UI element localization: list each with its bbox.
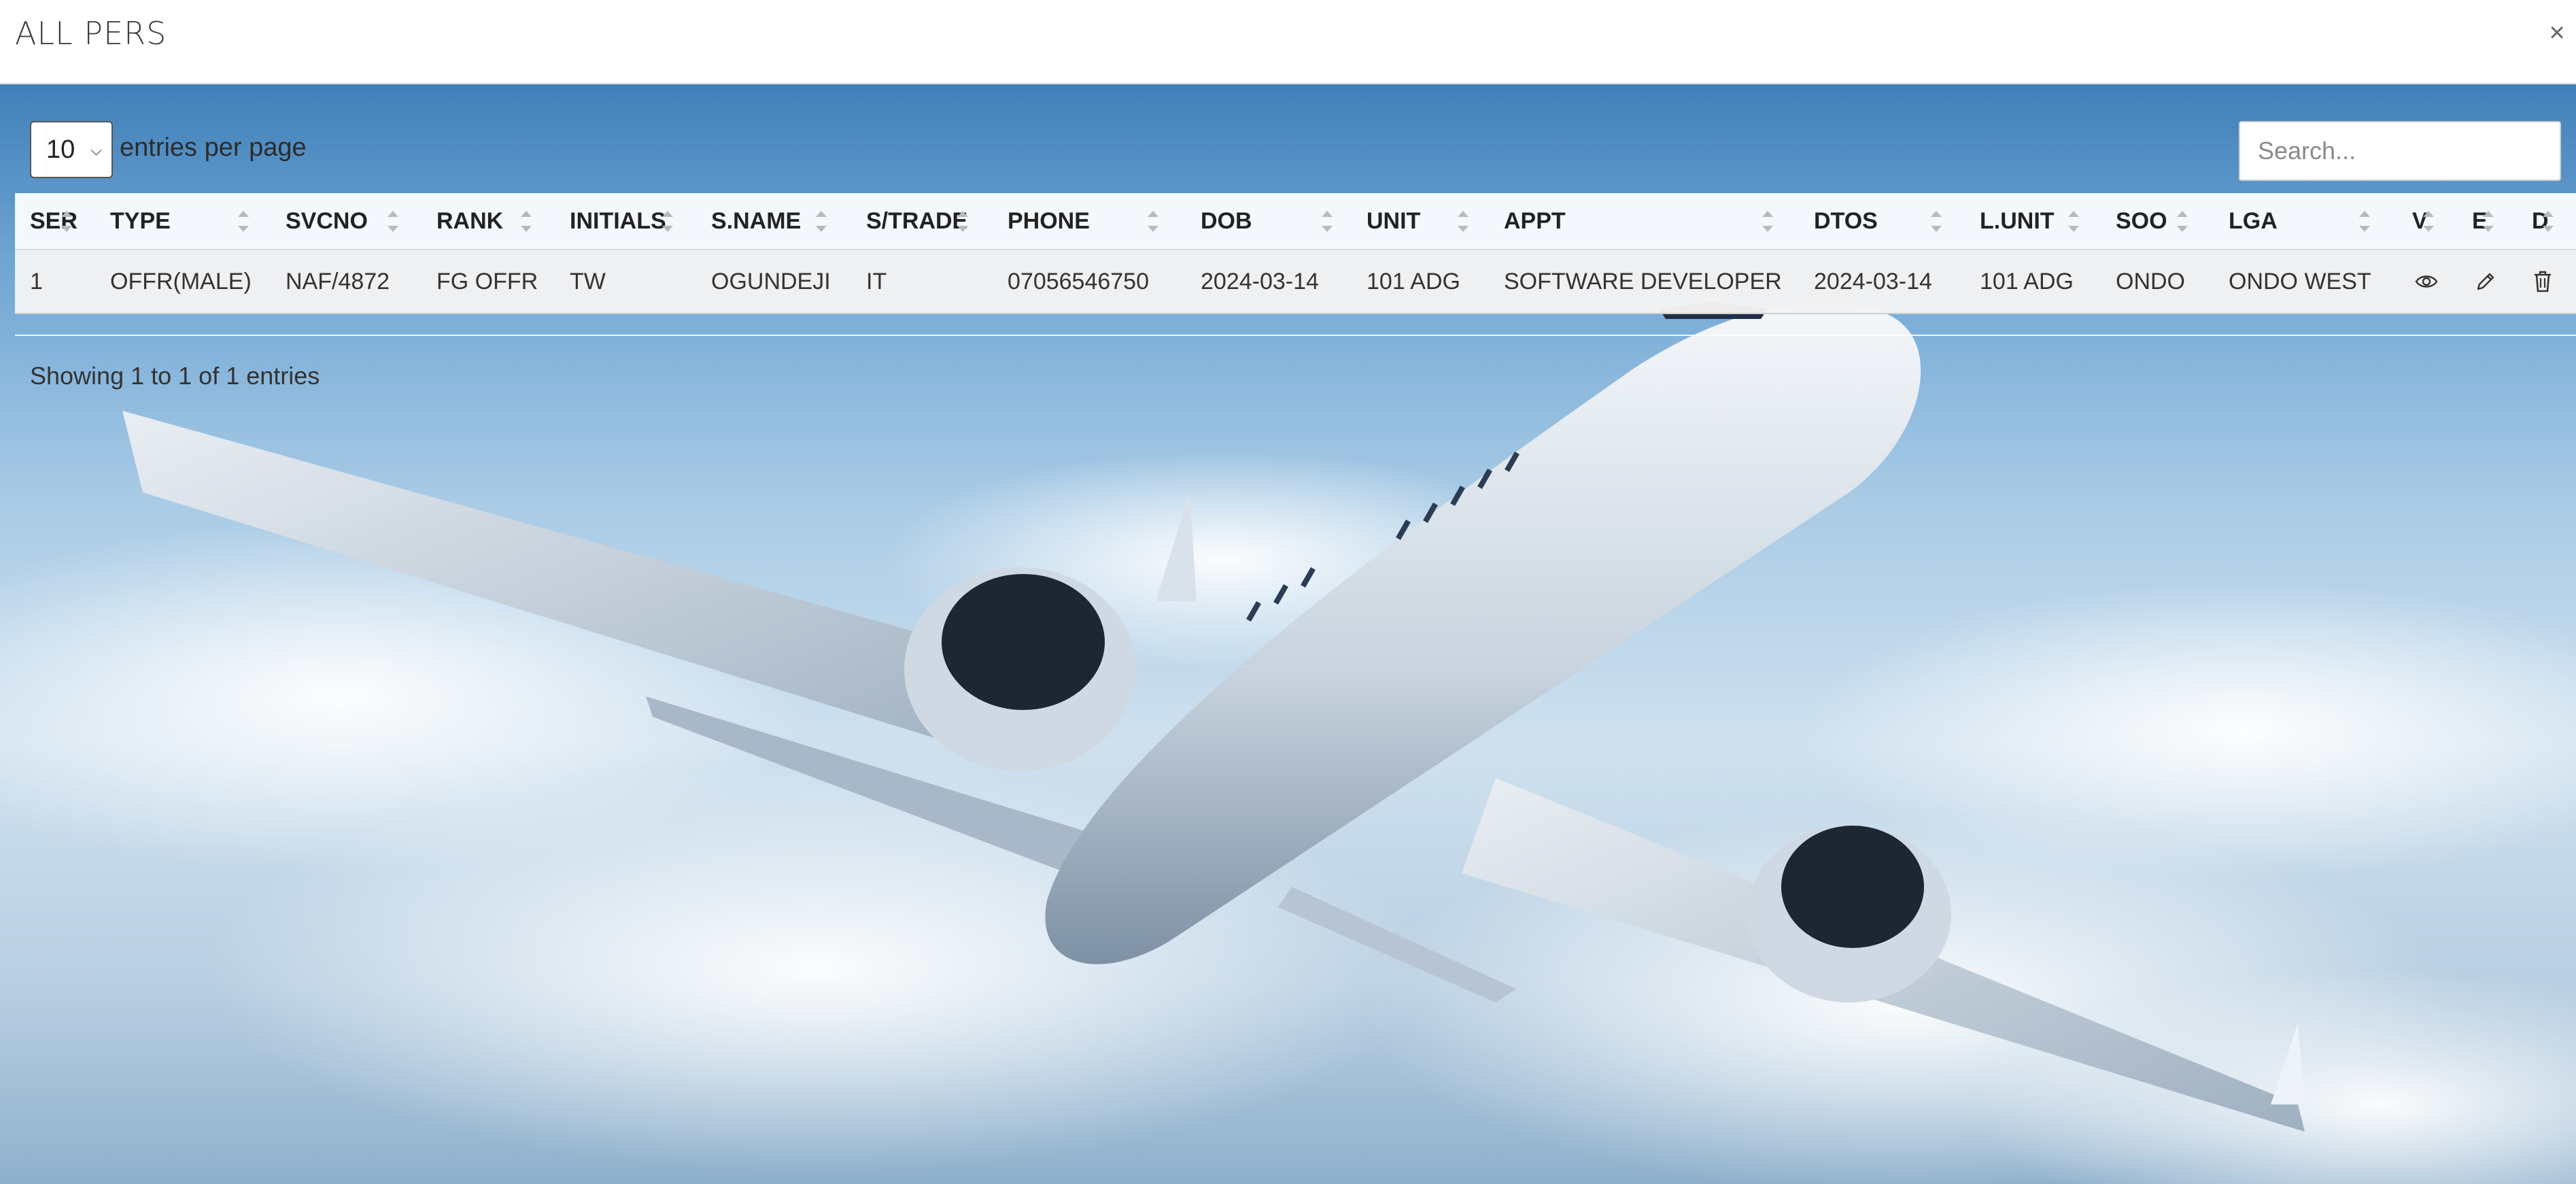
cell-appt: SOFTWARE DEVELOPER (1504, 268, 1782, 294)
sort-icon[interactable] (814, 211, 828, 234)
sort-icon[interactable] (2541, 211, 2555, 234)
column-header-sname[interactable]: S.NAME (711, 193, 801, 249)
cell-sname: OGUNDEJI (711, 268, 831, 294)
column-header-rank[interactable]: RANK (436, 193, 503, 249)
cell-svcno: NAF/4872 (286, 268, 390, 294)
sort-icon[interactable] (2176, 211, 2189, 234)
cell-type: OFFR(MALE) (110, 268, 252, 294)
chevron-down-icon: ⌵ (90, 141, 102, 158)
sort-icon[interactable] (237, 211, 250, 234)
sort-icon[interactable] (1320, 211, 1334, 234)
sort-icon[interactable] (386, 211, 400, 234)
cell-lunit: 101 ADG (1980, 268, 2074, 294)
sort-icon[interactable] (2358, 211, 2371, 234)
table-bottom-divider (15, 335, 2576, 336)
edit-button[interactable] (2475, 271, 2496, 292)
column-header-initials[interactable]: INITIALS (570, 193, 666, 249)
cell-initials: TW (570, 268, 606, 294)
table-row: 1 OFFR(MALE) NAF/4872 FG OFFR TW OGUNDEJ… (15, 250, 2576, 314)
column-header-unit[interactable]: UNIT (1367, 193, 1420, 249)
column-header-lunit[interactable]: L.UNIT (1980, 193, 2055, 249)
cell-phone: 07056546750 (1008, 268, 1150, 294)
sort-icon[interactable] (1146, 211, 1160, 234)
cell-dtos: 2024-03-14 (1814, 268, 1932, 294)
table-info: Showing 1 to 1 of 1 entries (30, 362, 320, 390)
entries-select-value: 10 (46, 135, 75, 164)
column-header-dtos[interactable]: DTOS (1814, 193, 1878, 249)
table-header-row: SER TYPE SVCNO RANK INITIALS S.NAME S/TR… (15, 193, 2576, 250)
pencil-icon[interactable] (2475, 250, 2496, 313)
entries-per-page-select[interactable]: 10 ⌵ (30, 121, 113, 178)
cell-ser: 1 (30, 268, 43, 294)
dialog-header: ALL PERS × (0, 0, 2576, 84)
cell-unit: 101 ADG (1367, 268, 1460, 294)
sort-icon[interactable] (1929, 211, 1943, 234)
sort-icon[interactable] (2067, 211, 2080, 234)
sort-icon[interactable] (2422, 211, 2435, 234)
search-input[interactable] (2239, 121, 2561, 181)
column-header-appt[interactable]: APPT (1504, 193, 1566, 249)
column-header-svcno[interactable]: SVCNO (286, 193, 368, 249)
view-button[interactable] (2415, 273, 2438, 290)
trash-icon[interactable] (2533, 250, 2552, 313)
column-header-soo[interactable]: SOO (2116, 193, 2167, 249)
entries-per-page-label: entries per page (120, 133, 307, 162)
delete-button[interactable] (2533, 270, 2552, 293)
column-header-type[interactable]: TYPE (110, 193, 171, 249)
sort-icon[interactable] (2481, 211, 2495, 234)
dialog-title: ALL PERS (15, 15, 167, 52)
column-header-phone[interactable]: PHONE (1008, 193, 1090, 249)
sort-icon[interactable] (1456, 211, 1470, 234)
sort-icon[interactable] (519, 211, 533, 234)
cell-rank: FG OFFR (436, 268, 538, 294)
eye-icon[interactable] (2415, 250, 2438, 313)
column-header-strade[interactable]: S/TRADE (866, 193, 967, 249)
sort-icon[interactable] (956, 211, 969, 234)
column-header-lga[interactable]: LGA (2229, 193, 2278, 249)
cell-dob: 2024-03-14 (1201, 268, 1319, 294)
sort-icon[interactable] (661, 211, 674, 234)
column-header-dob[interactable]: DOB (1201, 193, 1252, 249)
cell-soo: ONDO (2116, 268, 2185, 294)
close-icon[interactable]: × (2543, 19, 2571, 46)
sort-icon[interactable] (1761, 211, 1774, 234)
cell-lga: ONDO WEST (2229, 268, 2371, 294)
sort-icon[interactable] (60, 211, 73, 234)
cell-strade: IT (866, 268, 887, 294)
